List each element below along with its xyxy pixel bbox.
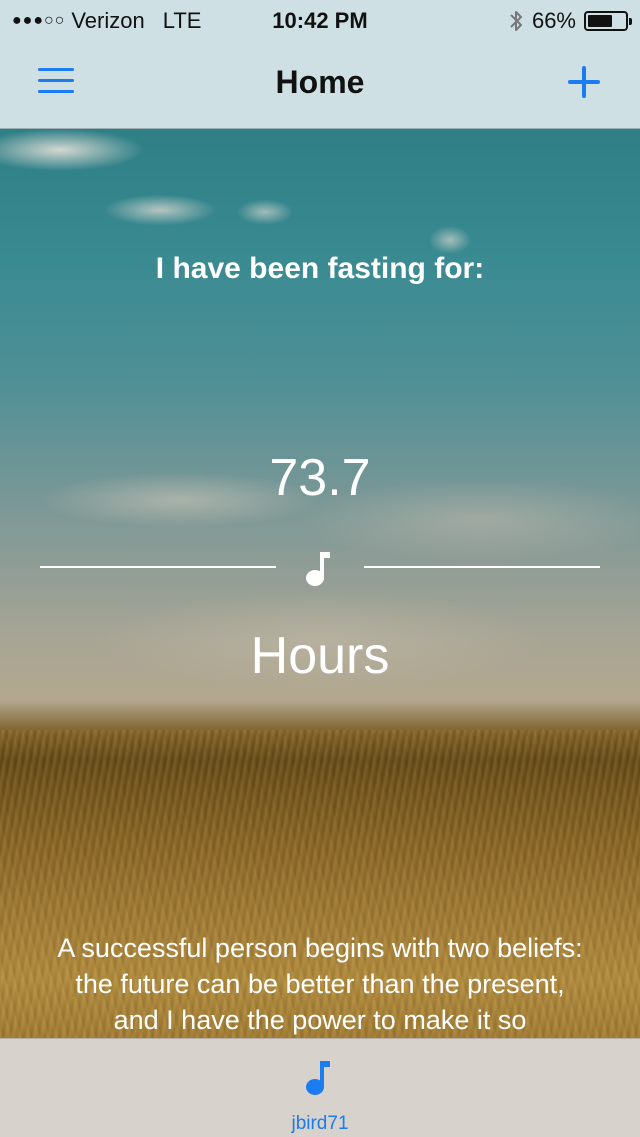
motivational-quote: A successful person begins with two beli…	[0, 930, 640, 1038]
battery-icon	[584, 11, 632, 31]
tab-label-jbird71[interactable]: jbird71	[0, 1113, 640, 1135]
page-title: Home	[275, 64, 365, 100]
add-button[interactable]	[566, 64, 602, 100]
quote-line: the future can be better than the presen…	[75, 969, 565, 999]
status-right: 66%	[508, 8, 632, 34]
status-bar: ●●●○○ Verizon LTE 10:42 PM 66%	[0, 0, 640, 40]
fasting-unit: Hours	[250, 627, 390, 685]
quote-line: and I have the power to make it so	[113, 1005, 527, 1035]
music-note-icon[interactable]	[300, 1055, 340, 1099]
divider-right	[364, 566, 600, 568]
tab-bar: jbird71	[0, 1038, 640, 1137]
quote-line: A successful person begins with two beli…	[57, 933, 583, 963]
battery-fill	[588, 15, 612, 27]
fasting-value: 73.7	[269, 449, 371, 507]
navigation-bar: ●●●○○ Verizon LTE 10:42 PM 66% Home	[0, 0, 640, 129]
divider-left	[40, 566, 276, 568]
music-note-icon	[306, 552, 330, 586]
bluetooth-icon	[510, 11, 522, 31]
fasting-heading: I have been fasting for:	[155, 252, 485, 285]
battery-nub	[629, 18, 632, 25]
battery-percent: 66%	[531, 8, 576, 33]
